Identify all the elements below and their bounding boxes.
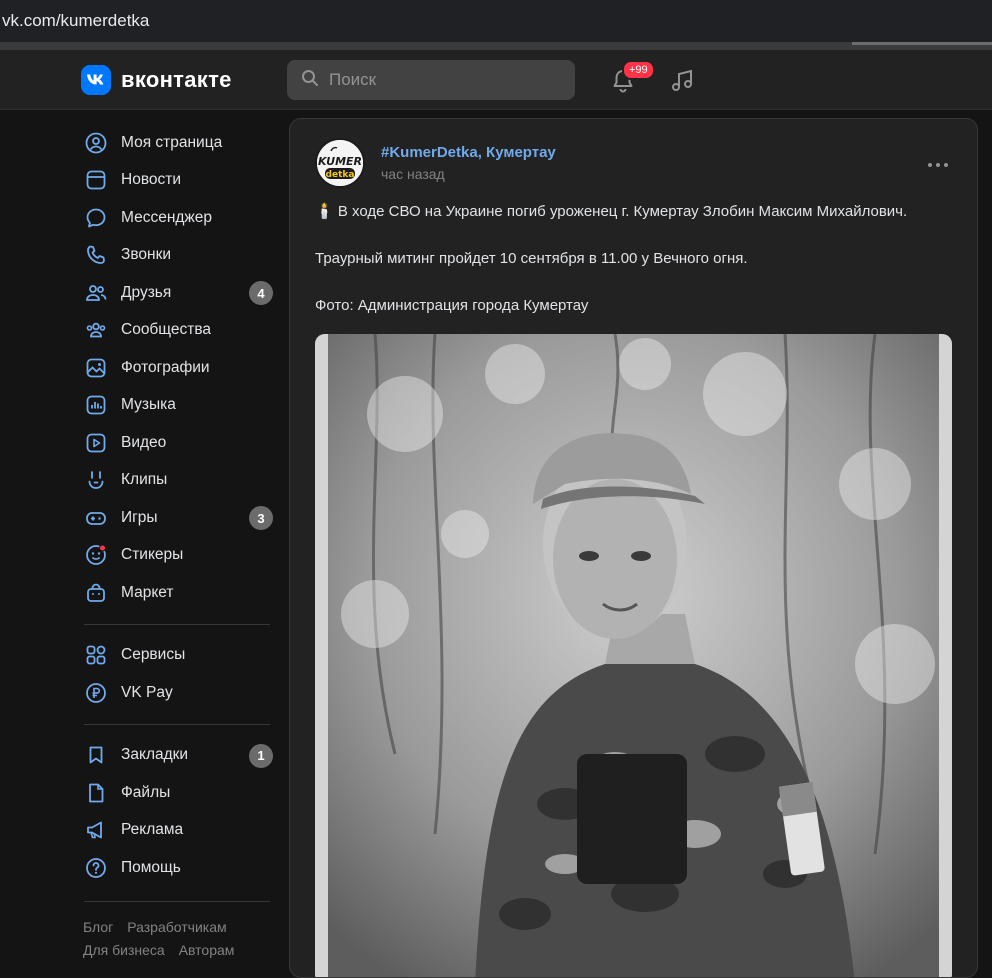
- user-circle-icon: [83, 130, 109, 156]
- post-paragraph: 🕯️ В ходе СВО на Украине погиб уроженец …: [315, 203, 908, 220]
- sidebar-item-my-page[interactable]: Моя страница: [80, 124, 275, 162]
- browser-url-bar[interactable]: vk.com/kumerdetka: [0, 0, 992, 42]
- community-avatar[interactable]: KUMER detka: [315, 138, 365, 188]
- footer-link-business[interactable]: Для бизнеса: [83, 942, 165, 958]
- sidebar-item-label: Фотографии: [121, 358, 210, 376]
- sidebar-item-friends[interactable]: Друзья 4: [80, 274, 275, 312]
- help-icon: [83, 855, 109, 881]
- left-sidebar: Моя страница Новости Мессенджер Звонки Д…: [80, 124, 275, 962]
- post-time[interactable]: час назад: [381, 166, 445, 182]
- sidebar-item-video[interactable]: Видео: [80, 424, 275, 462]
- browser-tab-strip: [0, 42, 992, 50]
- post-author-link[interactable]: #KumerDetka, Кумертау: [381, 144, 556, 161]
- communities-icon: [83, 317, 109, 343]
- file-icon: [83, 780, 109, 806]
- friends-icon: [83, 280, 109, 306]
- sidebar-item-label: Клипы: [121, 471, 168, 489]
- sidebar-divider: [84, 723, 270, 725]
- music-player-icon[interactable]: [668, 66, 698, 96]
- post-photo[interactable]: [315, 334, 952, 977]
- footer-link-developers[interactable]: Разработчикам: [127, 919, 226, 935]
- sidebar-item-music[interactable]: Музыка: [80, 387, 275, 425]
- sidebar-item-label: Мессенджер: [121, 208, 213, 226]
- post-paragraph: Фото: Администрация города Кумертау: [315, 297, 589, 314]
- sidebar-item-label: Стикеры: [121, 546, 184, 564]
- logo-text: вконтакте: [121, 67, 232, 92]
- news-icon: [83, 167, 109, 193]
- vk-logo-icon: [81, 65, 111, 95]
- sidebar-item-files[interactable]: Файлы: [80, 774, 275, 812]
- more-options-icon[interactable]: [927, 157, 949, 167]
- clips-icon: [83, 467, 109, 493]
- sidebar-item-label: Сервисы: [121, 646, 186, 664]
- friends-count-badge: 4: [249, 281, 273, 305]
- sidebar-item-games[interactable]: Игры 3: [80, 499, 275, 537]
- search-box[interactable]: [287, 60, 575, 100]
- sidebar-item-photos[interactable]: Фотографии: [80, 349, 275, 387]
- sidebar-item-stickers[interactable]: Стикеры: [80, 537, 275, 575]
- search-icon: [301, 69, 319, 92]
- post-paragraph: Траурный митинг пройдет 10 сентября в 11…: [315, 250, 748, 267]
- sidebar-item-help[interactable]: Помощь: [80, 849, 275, 887]
- photos-icon: [83, 355, 109, 381]
- svg-text:KUMER: KUMER: [318, 155, 362, 168]
- sidebar-item-vk-pay[interactable]: VK Pay: [80, 674, 275, 712]
- sidebar-item-label: VK Pay: [121, 683, 173, 701]
- sidebar-item-ads[interactable]: Реклама: [80, 812, 275, 850]
- search-input[interactable]: [329, 70, 549, 90]
- sidebar-item-messenger[interactable]: Мессенджер: [80, 199, 275, 237]
- sidebar-divider: [84, 900, 270, 902]
- notifications-badge: +99: [622, 60, 655, 80]
- video-icon: [83, 430, 109, 456]
- phone-icon: [83, 242, 109, 268]
- footer-link-authors[interactable]: Авторам: [179, 942, 235, 958]
- music-icon: [83, 392, 109, 418]
- sidebar-item-label: Видео: [121, 433, 167, 451]
- sidebar-item-label: Новости: [121, 171, 182, 189]
- message-icon: [83, 205, 109, 231]
- sidebar-item-label: Сообщества: [121, 321, 212, 339]
- sidebar-item-clips[interactable]: Клипы: [80, 462, 275, 500]
- footer-link-blog[interactable]: Блог: [83, 919, 113, 935]
- sidebar-item-label: Файлы: [121, 783, 171, 801]
- post-text: 🕯️ В ходе СВО на Украине погиб уроженец …: [315, 202, 965, 343]
- sidebar-item-bookmarks[interactable]: Закладки 1: [80, 737, 275, 775]
- sidebar-footer-links: Блог Разработчикам Для бизнеса Авторам: [83, 916, 275, 962]
- svg-text:detka: detka: [326, 170, 355, 180]
- sidebar-item-label: Игры: [121, 508, 158, 526]
- megaphone-icon: [83, 817, 109, 843]
- games-icon: [83, 505, 109, 531]
- stickers-icon: [83, 542, 109, 568]
- games-count-badge: 3: [249, 506, 273, 530]
- top-header: вконтакте +99: [0, 50, 992, 110]
- sidebar-item-market[interactable]: Маркет: [80, 574, 275, 612]
- services-icon: [83, 642, 109, 668]
- sidebar-item-label: Маркет: [121, 583, 174, 601]
- sidebar-divider: [84, 623, 270, 625]
- sidebar-item-label: Помощь: [121, 858, 181, 876]
- sidebar-item-calls[interactable]: Звонки: [80, 237, 275, 275]
- sidebar-item-services[interactable]: Сервисы: [80, 637, 275, 675]
- bookmarks-count-badge: 1: [249, 743, 273, 768]
- sidebar-item-label: Моя страница: [121, 133, 223, 151]
- feed-post: KUMER detka #KumerDetka, Кумертау час на…: [289, 118, 978, 978]
- sidebar-item-communities[interactable]: Сообщества: [80, 312, 275, 350]
- vkpay-icon: [83, 680, 109, 706]
- url-text: vk.com/kumerdetka: [2, 11, 150, 30]
- sidebar-item-label: Друзья: [121, 283, 172, 301]
- market-icon: [83, 580, 109, 606]
- sidebar-item-label: Звонки: [121, 246, 172, 264]
- sidebar-item-news[interactable]: Новости: [80, 162, 275, 200]
- sidebar-item-label: Закладки: [121, 746, 189, 764]
- sidebar-item-label: Реклама: [121, 821, 184, 839]
- sidebar-item-label: Музыка: [121, 396, 176, 414]
- vk-logo[interactable]: вконтакте: [81, 65, 232, 95]
- bookmark-icon: [83, 742, 109, 768]
